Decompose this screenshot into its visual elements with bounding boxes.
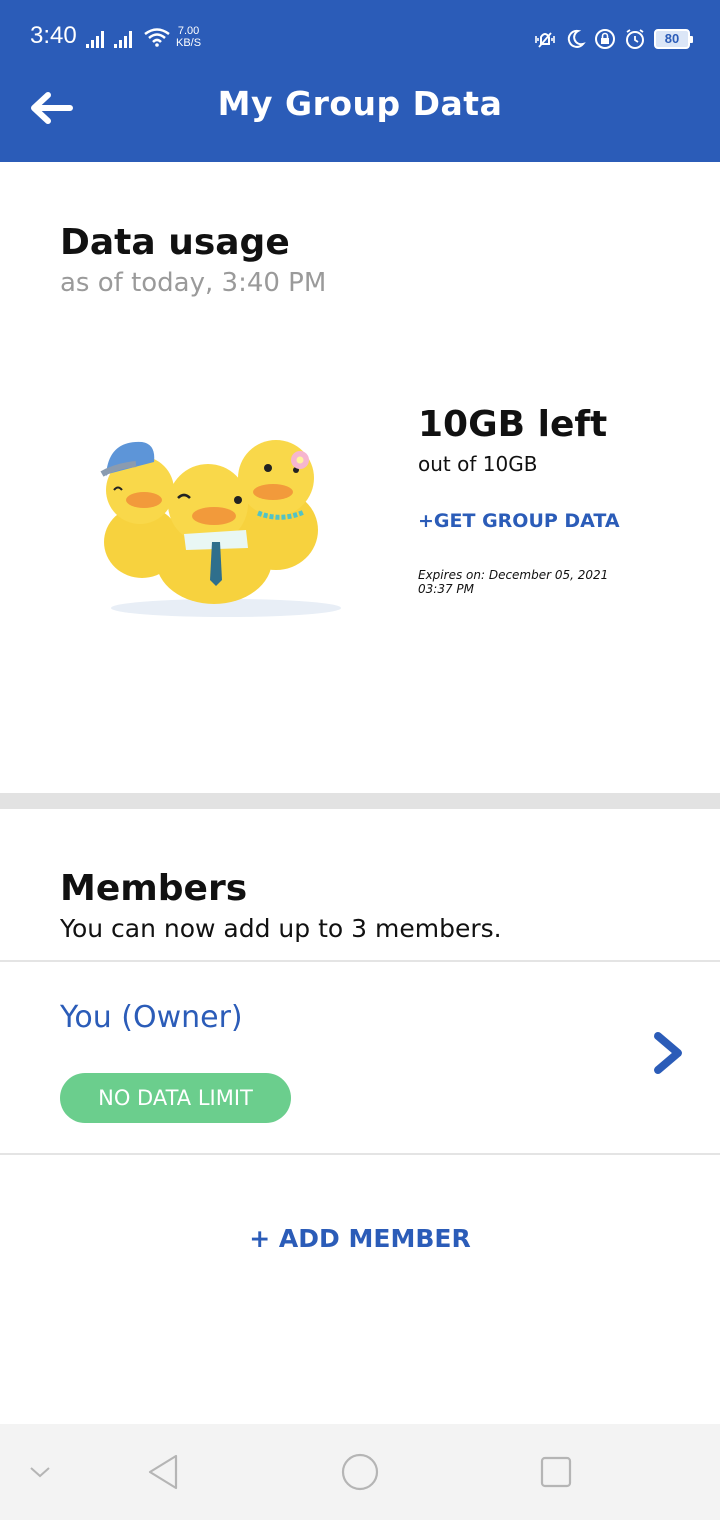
data-remaining: 10GB left xyxy=(418,404,608,445)
nav-recents-icon[interactable] xyxy=(536,1452,576,1492)
data-limit-badge: NO DATA LIMIT xyxy=(60,1073,291,1123)
page-title: My Group Data xyxy=(217,84,503,123)
status-icons: 80 xyxy=(534,26,693,52)
status-bar: 3:40 7.00 KB/S 80 xyxy=(0,0,720,76)
app-bar: My Group Data xyxy=(0,76,720,162)
expiry-date: Expires on: December 05, 2021 xyxy=(418,568,609,582)
get-group-data-link[interactable]: +GET GROUP DATA xyxy=(418,510,620,532)
battery-icon: 80 xyxy=(654,29,693,49)
expiry-time: 03:37 PM xyxy=(418,582,474,596)
signal-icon xyxy=(86,30,108,48)
expiry-info: Expires on: December 05, 2021 03:37 PM xyxy=(418,568,628,596)
network-speed-value: 7.00 xyxy=(177,25,200,37)
network-speed-unit: KB/S xyxy=(176,37,202,49)
data-total: out of 10GB xyxy=(418,452,538,476)
divider xyxy=(0,1153,720,1155)
section-divider xyxy=(0,793,720,809)
members-title: Members xyxy=(60,868,248,909)
member-row-owner[interactable]: You (Owner) NO DATA LIMIT xyxy=(0,962,720,1154)
vibrate-icon xyxy=(535,32,555,48)
add-member-button[interactable]: + ADD MEMBER xyxy=(0,1224,720,1253)
data-usage-title: Data usage xyxy=(60,222,290,263)
top-bar: 3:40 7.00 KB/S 80 My Group Data xyxy=(0,0,720,162)
signal-icon xyxy=(114,30,136,48)
alarm-icon xyxy=(626,29,644,49)
status-time: 3:40 xyxy=(30,22,77,49)
network-speed: 7.00 KB/S xyxy=(176,25,201,49)
ducks-illustration xyxy=(100,440,341,617)
nav-home-icon[interactable] xyxy=(340,1452,380,1492)
system-nav-bar xyxy=(0,1424,720,1520)
nav-back-icon[interactable] xyxy=(144,1452,184,1492)
data-usage-timestamp: as of today, 3:40 PM xyxy=(60,268,327,298)
lock-icon xyxy=(595,29,615,49)
member-name: You (Owner) xyxy=(60,1000,243,1035)
wifi-icon xyxy=(144,28,170,47)
members-subtitle: You can now add up to 3 members. xyxy=(60,914,502,943)
chevron-right-icon[interactable] xyxy=(648,1030,688,1076)
moon-icon xyxy=(567,29,586,48)
chevron-down-icon[interactable] xyxy=(20,1452,60,1492)
